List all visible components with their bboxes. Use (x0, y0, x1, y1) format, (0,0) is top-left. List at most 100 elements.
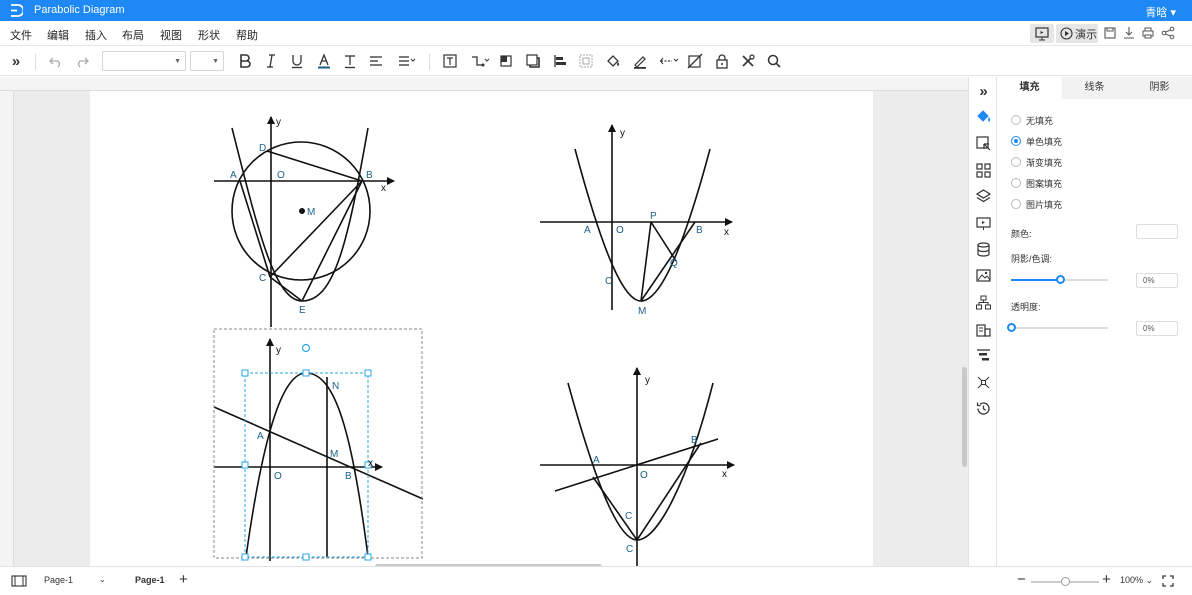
fill-option-solid[interactable]: 单色填充 (1011, 134, 1062, 148)
share-icon[interactable] (1161, 24, 1175, 43)
present-button[interactable]: 演示 (1056, 24, 1098, 43)
font-family-select[interactable]: ▼ (102, 51, 186, 71)
menu-file[interactable]: 文件 (10, 27, 32, 43)
tab-shadow[interactable]: 阴影 (1127, 77, 1192, 99)
text-box-icon[interactable] (441, 52, 459, 70)
menu-insert[interactable]: 插入 (85, 27, 107, 43)
download-icon[interactable] (1122, 24, 1136, 43)
vertical-scrollbar[interactable] (962, 367, 967, 467)
diagram-4[interactable] (540, 367, 735, 566)
zoom-in-icon[interactable]: + (1102, 571, 1111, 588)
resize-handle-se[interactable] (364, 553, 372, 561)
building-icon[interactable] (975, 321, 992, 338)
image-icon[interactable] (975, 267, 992, 284)
line-spacing-icon[interactable] (396, 52, 418, 70)
data-icon[interactable] (975, 241, 992, 258)
radio-button[interactable] (1011, 199, 1021, 209)
layers-icon[interactable] (975, 188, 992, 205)
org-chart-icon[interactable] (975, 294, 992, 311)
fullscreen-button[interactable] (1030, 24, 1054, 43)
menu-view[interactable]: 视图 (160, 27, 182, 43)
zoom-out-icon[interactable]: − (1017, 571, 1026, 588)
radio-button[interactable] (1011, 136, 1021, 146)
drawing-page[interactable]: y x D A O B M C E y x A O P B Q C M y x (90, 91, 873, 566)
tab-line[interactable]: 线条 (1062, 77, 1127, 99)
text-style-icon[interactable] (341, 52, 359, 70)
diagram-canvas[interactable]: y x D A O B M C E y x A O P B Q C M y x (90, 91, 873, 566)
opacity-value-input[interactable]: 0% (1136, 321, 1178, 336)
history-icon[interactable] (975, 400, 992, 417)
resize-handle-nw[interactable] (241, 369, 249, 377)
diagram-2[interactable] (540, 124, 733, 310)
line-bc[interactable] (636, 442, 702, 541)
resize-handle-sw[interactable] (241, 553, 249, 561)
radio-button[interactable] (1011, 157, 1021, 167)
shade-slider-thumb[interactable] (1056, 275, 1065, 284)
tab-page-1[interactable]: Page-1 (124, 567, 170, 595)
print-icon[interactable] (1141, 24, 1155, 43)
parabola-3[interactable] (245, 372, 369, 558)
mindmap-icon[interactable] (975, 374, 992, 391)
resize-handle-s[interactable] (302, 553, 310, 561)
expand-panel-icon[interactable]: » (975, 83, 992, 100)
line-style-icon[interactable] (658, 52, 680, 70)
shadow-icon[interactable] (524, 52, 542, 70)
fill-option-none[interactable]: 无填充 (1011, 113, 1053, 127)
lock-icon[interactable] (713, 52, 731, 70)
grid-panel-icon[interactable] (975, 162, 992, 179)
parabola-2[interactable] (574, 148, 711, 302)
opacity-slider-thumb[interactable] (1007, 323, 1016, 332)
fit-screen-icon[interactable] (1162, 575, 1174, 587)
fill-option-image[interactable]: 图片填充 (1011, 197, 1062, 211)
opacity-slider[interactable] (1007, 323, 1108, 332)
fill-panel-icon[interactable] (975, 108, 992, 125)
redo-icon[interactable] (73, 52, 91, 70)
tools-icon[interactable] (739, 52, 757, 70)
zoom-level[interactable]: 100% ⌄ (1120, 575, 1153, 586)
menu-shape[interactable]: 形状 (198, 27, 220, 43)
rotate-handle[interactable] (301, 343, 311, 353)
bold-icon[interactable] (236, 52, 254, 70)
menu-help[interactable]: 帮助 (236, 27, 258, 43)
shade-slider[interactable] (1011, 275, 1108, 284)
align-objects-icon[interactable] (551, 52, 569, 70)
add-page-icon[interactable]: + (179, 571, 188, 588)
parabola-4[interactable] (567, 382, 714, 541)
user-menu[interactable]: 青晗 ▾ (1145, 4, 1176, 20)
canvas-area[interactable]: y x D A O B M C E y x A O P B Q C M y x (0, 77, 968, 566)
menu-layout[interactable]: 布局 (122, 27, 144, 43)
undo-icon[interactable] (47, 52, 65, 70)
search-icon[interactable] (765, 52, 783, 70)
align-left-icon[interactable] (367, 52, 385, 70)
menu-edit[interactable]: 编辑 (47, 27, 69, 43)
collapse-panel-icon[interactable]: » (7, 52, 25, 70)
resize-handle-ne[interactable] (364, 369, 372, 377)
style-panel-icon[interactable] (975, 135, 992, 152)
radio-button[interactable] (1011, 178, 1021, 188)
font-size-select[interactable]: ▼ (190, 51, 224, 71)
resize-handle-n[interactable] (302, 369, 310, 377)
fill-color-icon[interactable] (604, 52, 622, 70)
tab-fill[interactable]: 填充 (997, 77, 1062, 99)
selection-overlay[interactable] (213, 328, 423, 561)
gantt-icon[interactable] (975, 347, 992, 364)
shade-value-input[interactable]: 0% (1136, 273, 1178, 288)
group-icon[interactable] (577, 52, 595, 70)
italic-icon[interactable] (262, 52, 280, 70)
zoom-slider[interactable] (1031, 577, 1099, 586)
no-edit-icon[interactable] (686, 52, 704, 70)
fill-option-gradient[interactable]: 渐变填充 (1011, 155, 1062, 169)
save-icon[interactable] (1103, 24, 1117, 43)
line-ac[interactable] (592, 476, 638, 541)
page-view-icon[interactable] (11, 575, 27, 587)
font-color-icon[interactable] (315, 52, 333, 70)
document-title[interactable]: Parabolic Diagram (34, 4, 124, 16)
underline-icon[interactable] (288, 52, 306, 70)
color-picker[interactable] (1136, 224, 1178, 239)
line-color-icon[interactable] (631, 52, 649, 70)
presentation-icon[interactable] (975, 215, 992, 232)
position-icon[interactable] (497, 52, 515, 70)
radio-button[interactable] (1011, 115, 1021, 125)
diagram-1[interactable] (214, 116, 395, 327)
connector-icon[interactable] (469, 52, 491, 70)
